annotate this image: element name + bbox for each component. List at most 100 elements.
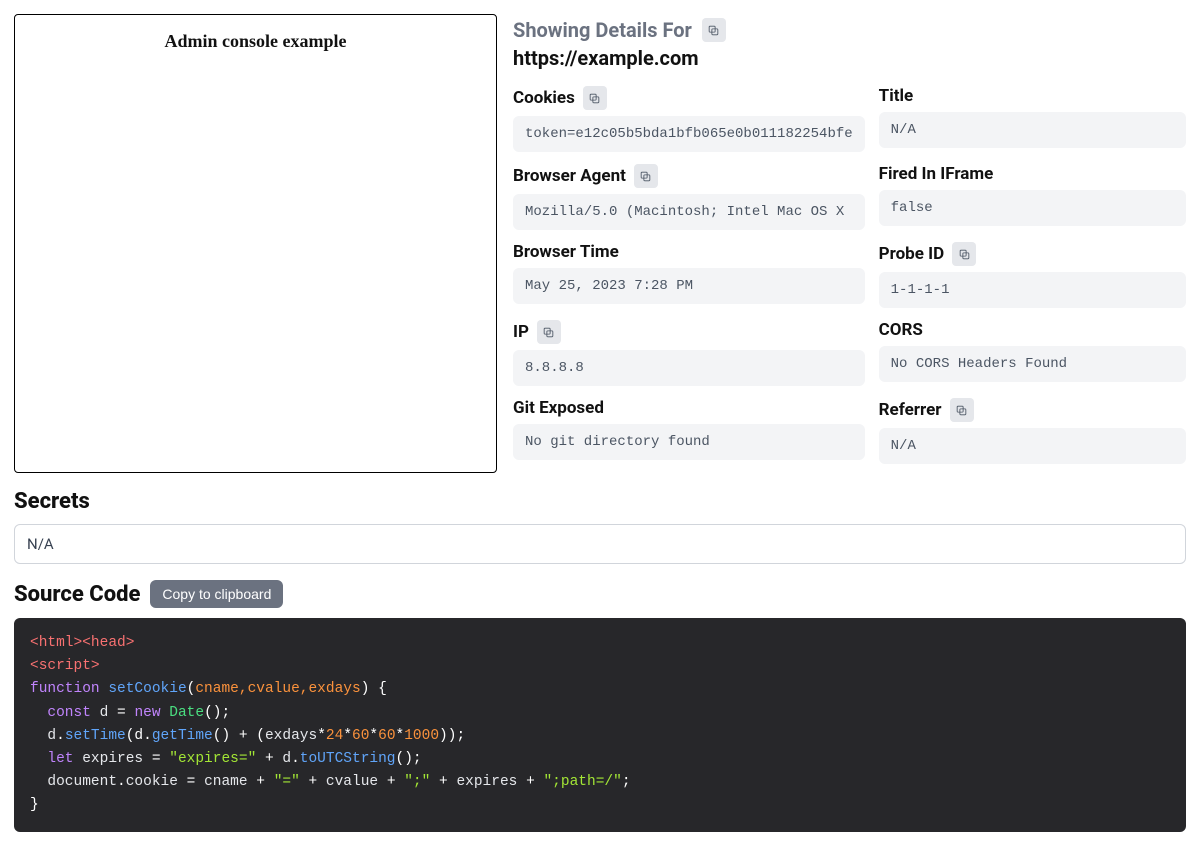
code-text: + — [378, 774, 404, 790]
field-browser-time: Browser Time May 25, 2023 7:28 PM — [513, 242, 865, 308]
preview-pane: Admin console example — [14, 14, 497, 473]
code-text: + — [256, 751, 282, 767]
code-text — [91, 705, 100, 721]
copy-icon — [588, 92, 601, 105]
code-text — [30, 728, 47, 744]
field-git-exposed: Git Exposed No git directory found — [513, 398, 865, 464]
code-var-cname: cname — [204, 774, 248, 790]
code-var-expires: expires — [456, 774, 517, 790]
code-num: 24 — [326, 728, 343, 744]
code-text: * — [396, 728, 405, 744]
browser-time-value: May 25, 2023 7:28 PM — [513, 268, 865, 304]
code-num: 60 — [378, 728, 395, 744]
field-browser-agent: Browser Agent Mozilla/5.0 (Macintosh; In… — [513, 164, 865, 230]
copy-agent-button[interactable] — [634, 164, 658, 188]
ip-label: IP — [513, 322, 529, 342]
code-num: 1000 — [404, 728, 439, 744]
referrer-value: N/A — [879, 428, 1186, 464]
code-fn-gettime: getTime — [152, 728, 213, 744]
browser-time-label: Browser Time — [513, 242, 619, 262]
code-line-1: <html><head> — [30, 635, 134, 651]
showing-details-label: Showing Details For — [513, 18, 726, 42]
code-text: (); — [204, 705, 230, 721]
code-params: cname,cvalue,exdays — [195, 681, 360, 697]
code-text: * — [343, 728, 352, 744]
copy-icon — [542, 326, 555, 339]
code-var-expires: expires — [82, 751, 143, 767]
copy-cookies-button[interactable] — [583, 86, 607, 110]
secrets-value: N/A — [14, 524, 1186, 564]
code-str: ";path=/" — [543, 774, 621, 790]
code-var-d: d — [47, 728, 56, 744]
code-num: 60 — [352, 728, 369, 744]
source-code-block: <html><head> <script> function setCookie… — [14, 618, 1186, 832]
field-title: Title N/A — [879, 86, 1186, 152]
code-class-date: Date — [169, 705, 204, 721]
code-text: * — [369, 728, 378, 744]
details-panel: Showing Details For https://example.com … — [513, 14, 1186, 464]
code-text: . — [117, 774, 126, 790]
code-text: + — [248, 774, 274, 790]
code-text: ; — [622, 774, 631, 790]
copy-probe-button[interactable] — [952, 242, 976, 266]
code-var-exdays: exdays — [265, 728, 317, 744]
field-probe-id: Probe ID 1-1-1-1 — [879, 242, 1186, 308]
probe-id-value: 1-1-1-1 — [879, 272, 1186, 308]
code-text: . — [56, 728, 65, 744]
code-text: * — [317, 728, 326, 744]
copy-url-button[interactable] — [702, 18, 726, 42]
ip-value: 8.8.8.8 — [513, 350, 865, 386]
cors-value: No CORS Headers Found — [879, 346, 1186, 382]
code-text — [30, 774, 47, 790]
code-text: = — [143, 751, 169, 767]
source-code-heading: Source Code Copy to clipboard — [14, 580, 1186, 608]
code-kw-function: function — [30, 681, 100, 697]
details-url: https://example.com — [513, 46, 1186, 70]
git-exposed-label: Git Exposed — [513, 398, 604, 418]
git-exposed-value: No git directory found — [513, 424, 865, 460]
code-prop-cookie: cookie — [126, 774, 178, 790]
code-text: + — [430, 774, 456, 790]
code-text: ) { — [361, 681, 387, 697]
code-text: = — [178, 774, 204, 790]
cors-label: CORS — [879, 320, 923, 340]
copy-source-button[interactable]: Copy to clipboard — [150, 580, 283, 608]
code-text: = — [108, 705, 134, 721]
code-text: (); — [396, 751, 422, 767]
code-text: () + ( — [213, 728, 265, 744]
cookies-label: Cookies — [513, 88, 575, 108]
copy-ip-button[interactable] — [537, 320, 561, 344]
cookies-value: token=e12c05b5bda1bfb065e0b011182254bfe — [513, 116, 865, 152]
copy-icon — [707, 24, 720, 37]
code-text: } — [30, 797, 39, 813]
code-fn-toutcstring: toUTCString — [300, 751, 396, 767]
preview-title: Admin console example — [15, 15, 496, 52]
title-label: Title — [879, 86, 913, 106]
field-iframe: Fired In IFrame false — [879, 164, 1186, 230]
browser-agent-label: Browser Agent — [513, 166, 626, 186]
showing-details-text: Showing Details For — [513, 18, 692, 42]
code-str: "=" — [274, 774, 300, 790]
browser-agent-value: Mozilla/5.0 (Macintosh; Intel Mac OS X — [513, 194, 865, 230]
code-var-cvalue: cvalue — [326, 774, 378, 790]
source-code-title: Source Code — [14, 582, 140, 607]
code-fn-settime: setTime — [65, 728, 126, 744]
code-kw-let: let — [47, 751, 73, 767]
code-fn-setcookie: setCookie — [108, 681, 186, 697]
code-text — [161, 705, 170, 721]
iframe-label: Fired In IFrame — [879, 164, 994, 184]
secrets-heading: Secrets — [14, 489, 1186, 514]
title-value: N/A — [879, 112, 1186, 148]
code-text: . — [291, 751, 300, 767]
field-ip: IP 8.8.8.8 — [513, 320, 865, 386]
code-text — [74, 751, 83, 767]
code-text: + — [300, 774, 326, 790]
code-text — [30, 705, 47, 721]
code-var-d: d — [282, 751, 291, 767]
copy-icon — [955, 404, 968, 417]
code-str: "expires=" — [169, 751, 256, 767]
copy-referrer-button[interactable] — [950, 398, 974, 422]
copy-icon — [958, 248, 971, 261]
copy-icon — [639, 170, 652, 183]
code-text: )); — [439, 728, 465, 744]
